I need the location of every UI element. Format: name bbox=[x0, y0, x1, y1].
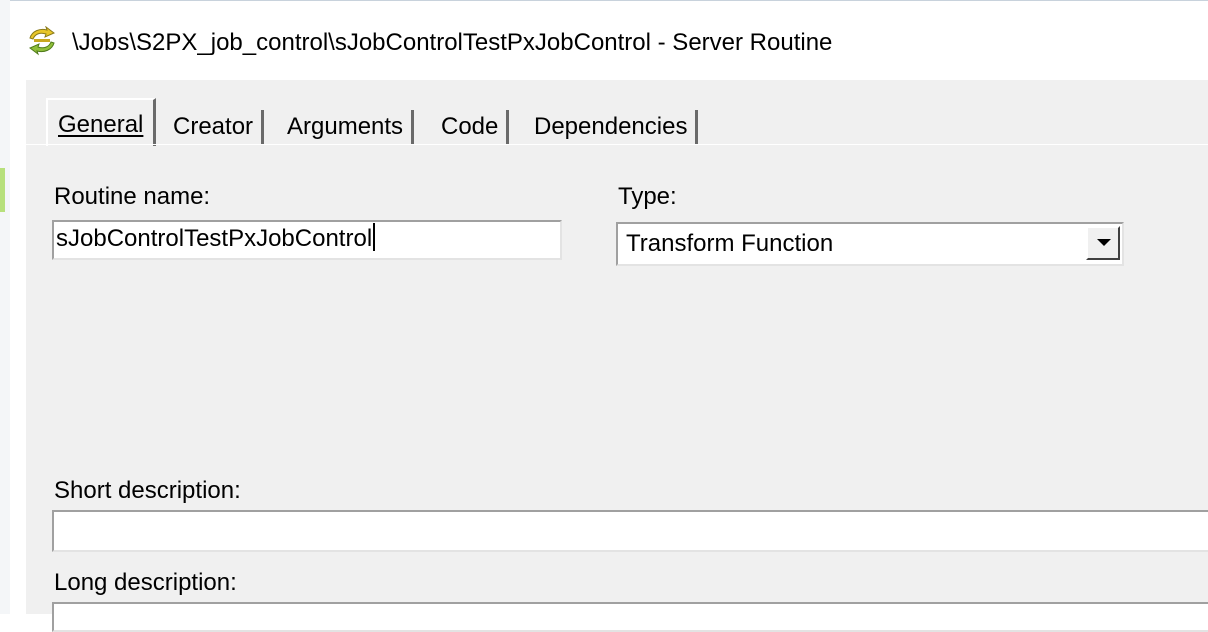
type-dropdown-button[interactable] bbox=[1086, 226, 1120, 260]
tab-code-label: Code bbox=[441, 113, 499, 140]
tab-strip: General Creator Arguments Code Dependenc… bbox=[26, 96, 1208, 146]
tab-creator[interactable]: Creator bbox=[165, 110, 265, 144]
tab-arguments-label: Arguments bbox=[287, 113, 404, 140]
server-routine-dialog: \Jobs\S2PX_job_control\sJobControlTestPx… bbox=[10, 0, 1208, 632]
title-bar[interactable]: \Jobs\S2PX_job_control\sJobControlTestPx… bbox=[10, 0, 1208, 81]
short-description-label: Short description: bbox=[54, 477, 241, 504]
tab-general-label: General bbox=[58, 111, 144, 138]
long-description-input[interactable] bbox=[52, 602, 1208, 632]
tab-underline bbox=[26, 144, 1208, 145]
routine-name-value: sJobControlTestPxJobControl bbox=[56, 225, 373, 252]
tab-code[interactable]: Code bbox=[433, 110, 510, 144]
short-description-input[interactable] bbox=[52, 510, 1208, 552]
server-routine-icon bbox=[24, 25, 60, 56]
tab-dependencies[interactable]: Dependencies bbox=[526, 110, 699, 144]
dialog-client-area: General Creator Arguments Code Dependenc… bbox=[26, 80, 1208, 632]
routine-name-input[interactable]: sJobControlTestPxJobControl bbox=[52, 220, 562, 260]
type-label: Type: bbox=[618, 183, 677, 210]
window-title: \Jobs\S2PX_job_control\sJobControlTestPx… bbox=[72, 29, 833, 56]
routine-name-label: Routine name: bbox=[54, 183, 211, 210]
type-select-value: Transform Function bbox=[626, 230, 834, 257]
long-description-label: Long description: bbox=[54, 569, 237, 596]
tab-dependencies-label: Dependencies bbox=[534, 113, 688, 140]
tab-general[interactable]: General bbox=[46, 98, 157, 146]
chevron-down-icon bbox=[1097, 239, 1111, 246]
tab-arguments[interactable]: Arguments bbox=[279, 110, 415, 144]
background-highlight bbox=[0, 168, 5, 212]
text-caret bbox=[373, 223, 376, 251]
tab-creator-label: Creator bbox=[173, 113, 254, 140]
type-select[interactable]: Transform Function bbox=[616, 222, 1124, 266]
